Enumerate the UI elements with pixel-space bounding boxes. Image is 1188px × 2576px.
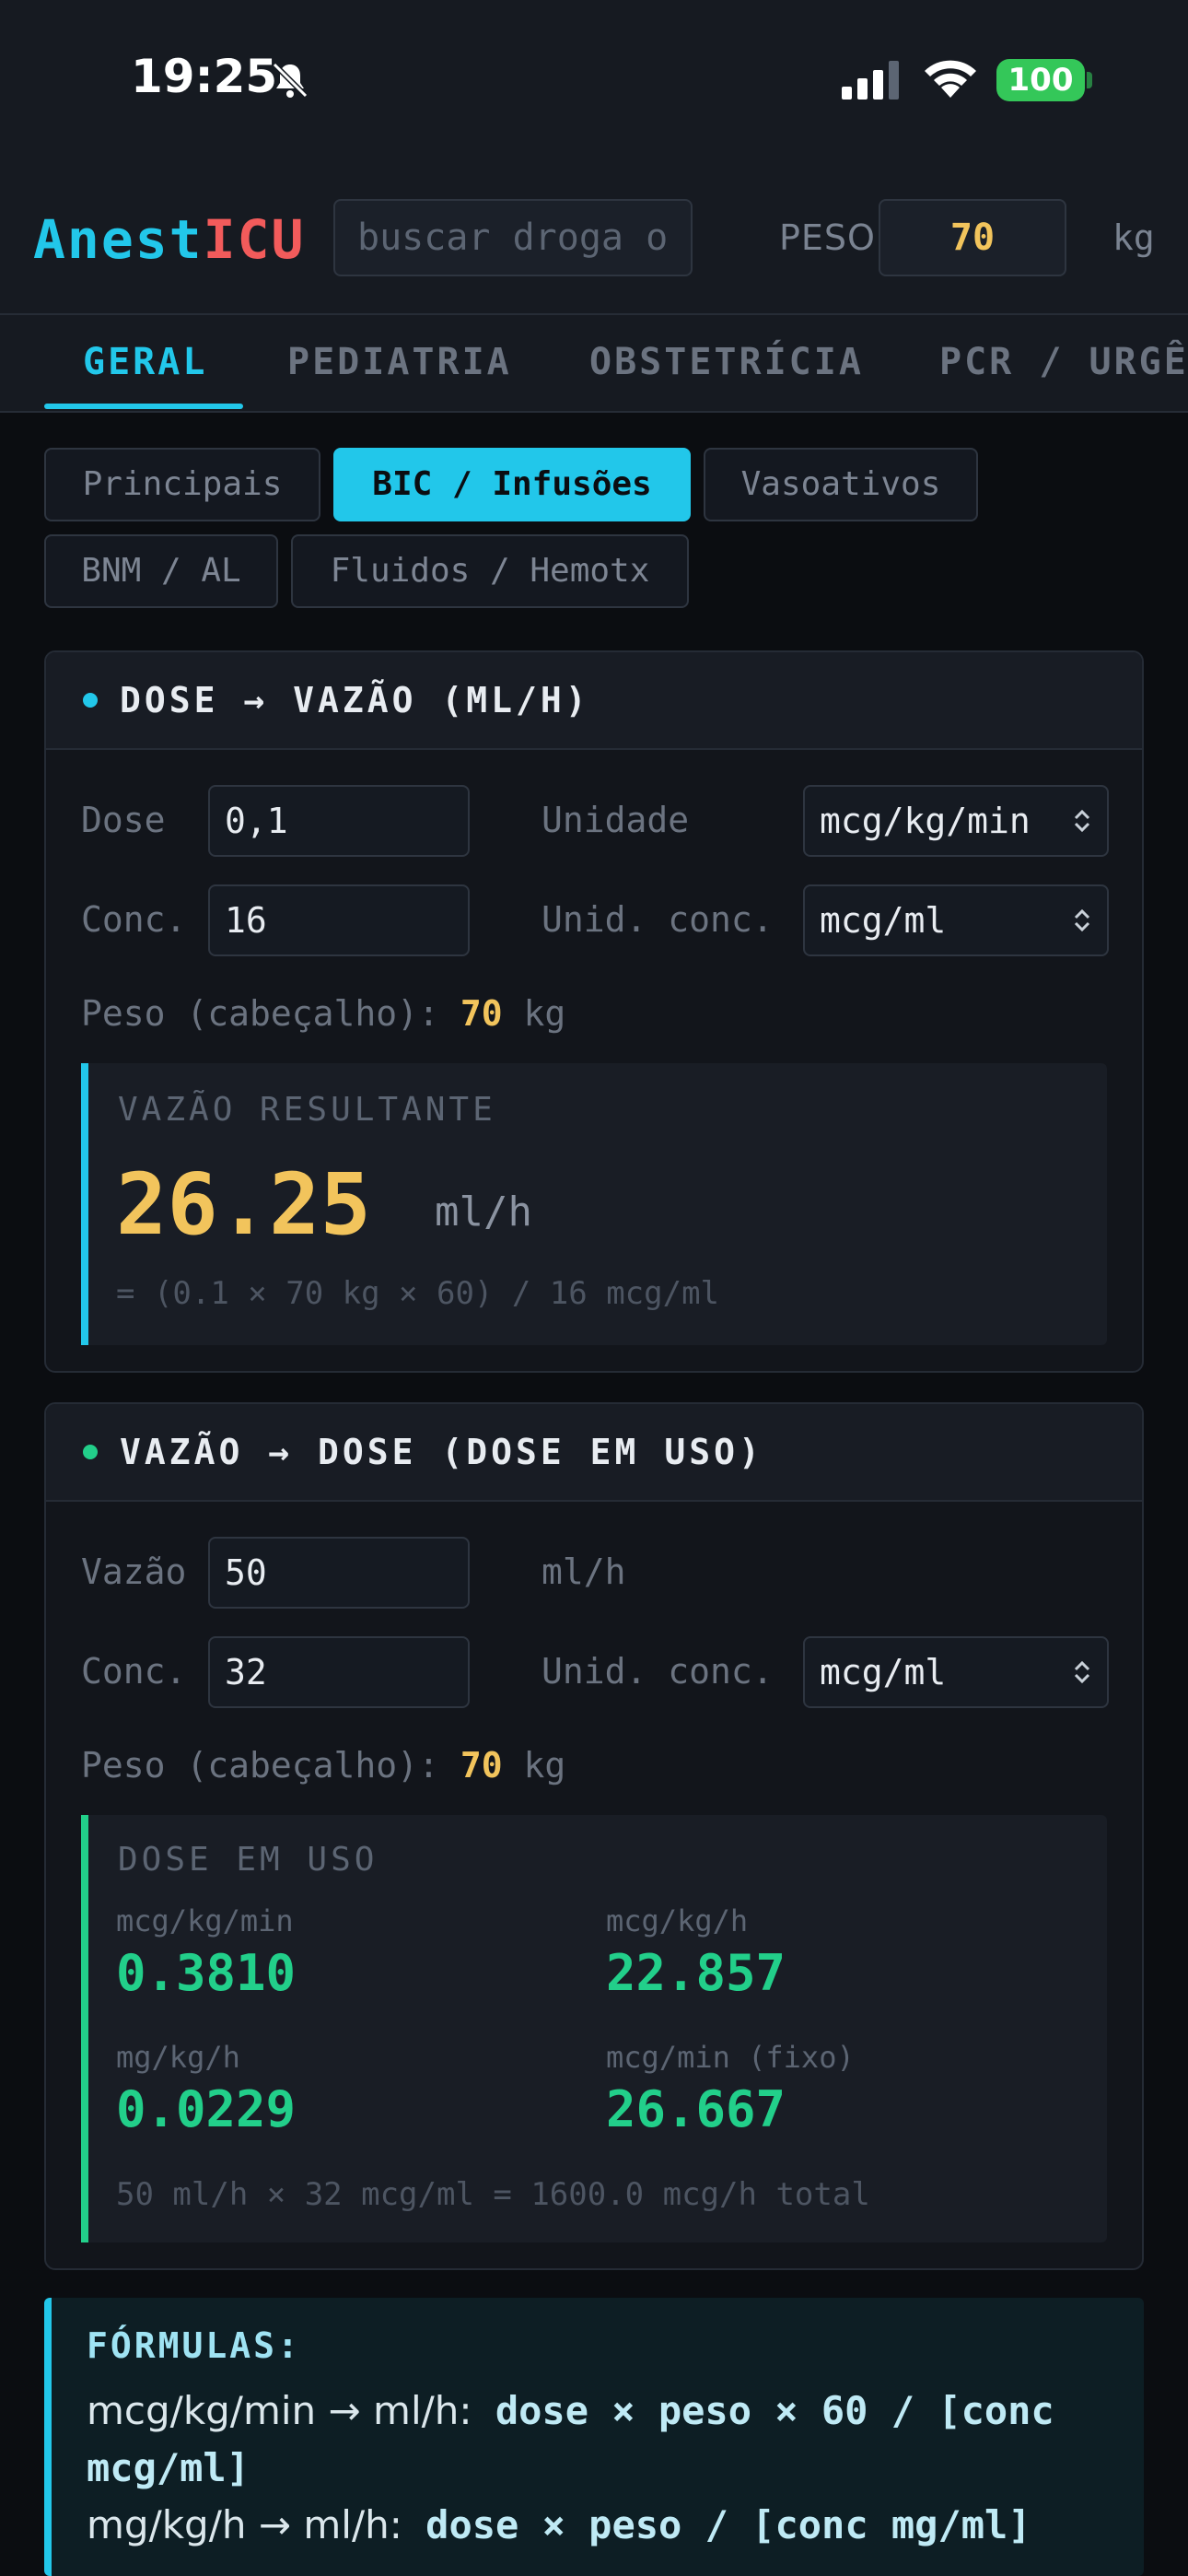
result-title: VAZÃO RESULTANTE <box>118 1091 496 1129</box>
vazao-input[interactable] <box>208 1537 470 1609</box>
tab-obstetricia[interactable]: OBSTETRÍCIA <box>589 341 864 383</box>
metric-label: mcg/kg/h <box>606 1903 749 1938</box>
dose-to-rate-card: DOSE → VAZÃO (ML/H) Dose Unidade mcg/kg/… <box>44 650 1144 1373</box>
metric-label: mcg/kg/min <box>116 1903 294 1938</box>
bell-muted-icon <box>272 62 309 99</box>
metric-value: 22.857 <box>606 1944 786 2002</box>
formula-line-2: mg/kg/h → ml/h: dose × peso / [conc mg/m… <box>87 2502 1031 2547</box>
card-title: VAZÃO → DOSE (DOSE EM USO) <box>120 1432 763 1472</box>
result-title: DOSE EM USO <box>118 1841 379 1879</box>
chip-principais[interactable]: Principais <box>44 448 320 521</box>
formula-line-1: mcg/kg/min → ml/h: dose × peso × 60 / [c… <box>87 2388 1054 2433</box>
app-logo: AnestICU <box>33 208 306 271</box>
rate-result-panel: VAZÃO RESULTANTE 26.25 ml/h = (0.1 × 70 … <box>81 1063 1107 1345</box>
conc-input[interactable] <box>208 1636 470 1708</box>
card-dot-icon <box>83 1445 98 1459</box>
battery-tip <box>1087 72 1092 88</box>
result-value: 26.25 <box>116 1155 371 1254</box>
chip-bnm-al[interactable]: BNM / AL <box>44 534 278 608</box>
app-header: AnestICU PESO kg <box>0 157 1188 315</box>
card-title: DOSE → VAZÃO (ML/H) <box>120 680 590 720</box>
unid-conc-select[interactable]: mcg/ml <box>803 884 1109 956</box>
battery-indicator: 100 <box>996 59 1085 101</box>
vazao-label: Vazão <box>81 1551 187 1592</box>
conc-label: Conc. <box>81 899 187 940</box>
card-header: DOSE → VAZÃO (ML/H) <box>46 652 1142 750</box>
rate-to-dose-card: VAZÃO → DOSE (DOSE EM USO) Vazão ml/h Co… <box>44 1402 1144 2270</box>
metric-label: mcg/min (fixo) <box>606 2040 855 2075</box>
chip-vasoativos[interactable]: Vasoativos <box>704 448 978 521</box>
unidade-label: Unidade <box>542 800 690 840</box>
peso-info: Peso (cabeçalho): 70 kg <box>81 1745 566 1786</box>
conc-label: Conc. <box>81 1651 187 1692</box>
chevron-updown-icon <box>1074 809 1090 833</box>
peso-label: PESO <box>779 217 876 258</box>
formulas-title: FÓRMULAS: <box>87 2325 301 2366</box>
peso-info: Peso (cabeçalho): 70 kg <box>81 993 566 1034</box>
metric-value: 0.0229 <box>116 2080 297 2138</box>
metric-value: 26.667 <box>606 2080 786 2138</box>
result-formula: = (0.1 × 70 kg × 60) / 16 mcg/ml <box>116 1275 720 1312</box>
chevron-updown-icon <box>1074 1660 1090 1684</box>
chip-fluidos-hemotx[interactable]: Fluidos / Hemotx <box>291 534 689 608</box>
status-time: 19:25 <box>131 50 278 103</box>
dose-label: Dose <box>81 800 166 840</box>
card-dot-icon <box>83 693 98 708</box>
unid-conc-select[interactable]: mcg/ml <box>803 1636 1109 1708</box>
metric-value: 0.3810 <box>116 1944 297 2002</box>
dose-input[interactable] <box>208 785 470 857</box>
active-tab-indicator <box>44 404 243 409</box>
main-tabs: GERAL PEDIATRIA OBSTETRÍCIA PCR / URGÊNC… <box>0 315 1188 413</box>
search-input[interactable] <box>333 199 693 276</box>
chevron-updown-icon <box>1074 908 1090 932</box>
dose-result-panel: DOSE EM USO mcg/kg/min 0.3810 mcg/kg/h 2… <box>81 1815 1107 2242</box>
cellular-signal-icon <box>842 61 899 100</box>
tab-geral[interactable]: GERAL <box>83 341 207 383</box>
formula-line-1-cont: mcg/ml] <box>87 2445 250 2490</box>
result-unit: ml/h <box>435 1188 532 1235</box>
peso-unit-label: kg <box>1112 217 1155 258</box>
status-bar: 19:25 100 <box>0 0 1188 157</box>
vazao-unit-label: ml/h <box>542 1551 626 1592</box>
card-header: VAZÃO → DOSE (DOSE EM USO) <box>46 1404 1142 1502</box>
unid-conc-label: Unid. conc. <box>542 899 774 940</box>
peso-input[interactable] <box>879 199 1066 276</box>
wifi-icon <box>925 60 976 98</box>
metric-label: mg/kg/h <box>116 2040 240 2075</box>
unid-conc-label: Unid. conc. <box>542 1651 774 1692</box>
total-line: 50 ml/h × 32 mcg/ml = 1600.0 mcg/h total <box>116 2176 870 2213</box>
conc-input[interactable] <box>208 884 470 956</box>
tab-pcr-urgencia[interactable]: PCR / URGÊNCIA <box>939 341 1188 383</box>
tab-pediatria[interactable]: PEDIATRIA <box>287 341 512 383</box>
formulas-note: FÓRMULAS: mcg/kg/min → ml/h: dose × peso… <box>44 2298 1144 2576</box>
chip-bic-infusoes[interactable]: BIC / Infusões <box>333 448 691 521</box>
unidade-select[interactable]: mcg/kg/min <box>803 785 1109 857</box>
